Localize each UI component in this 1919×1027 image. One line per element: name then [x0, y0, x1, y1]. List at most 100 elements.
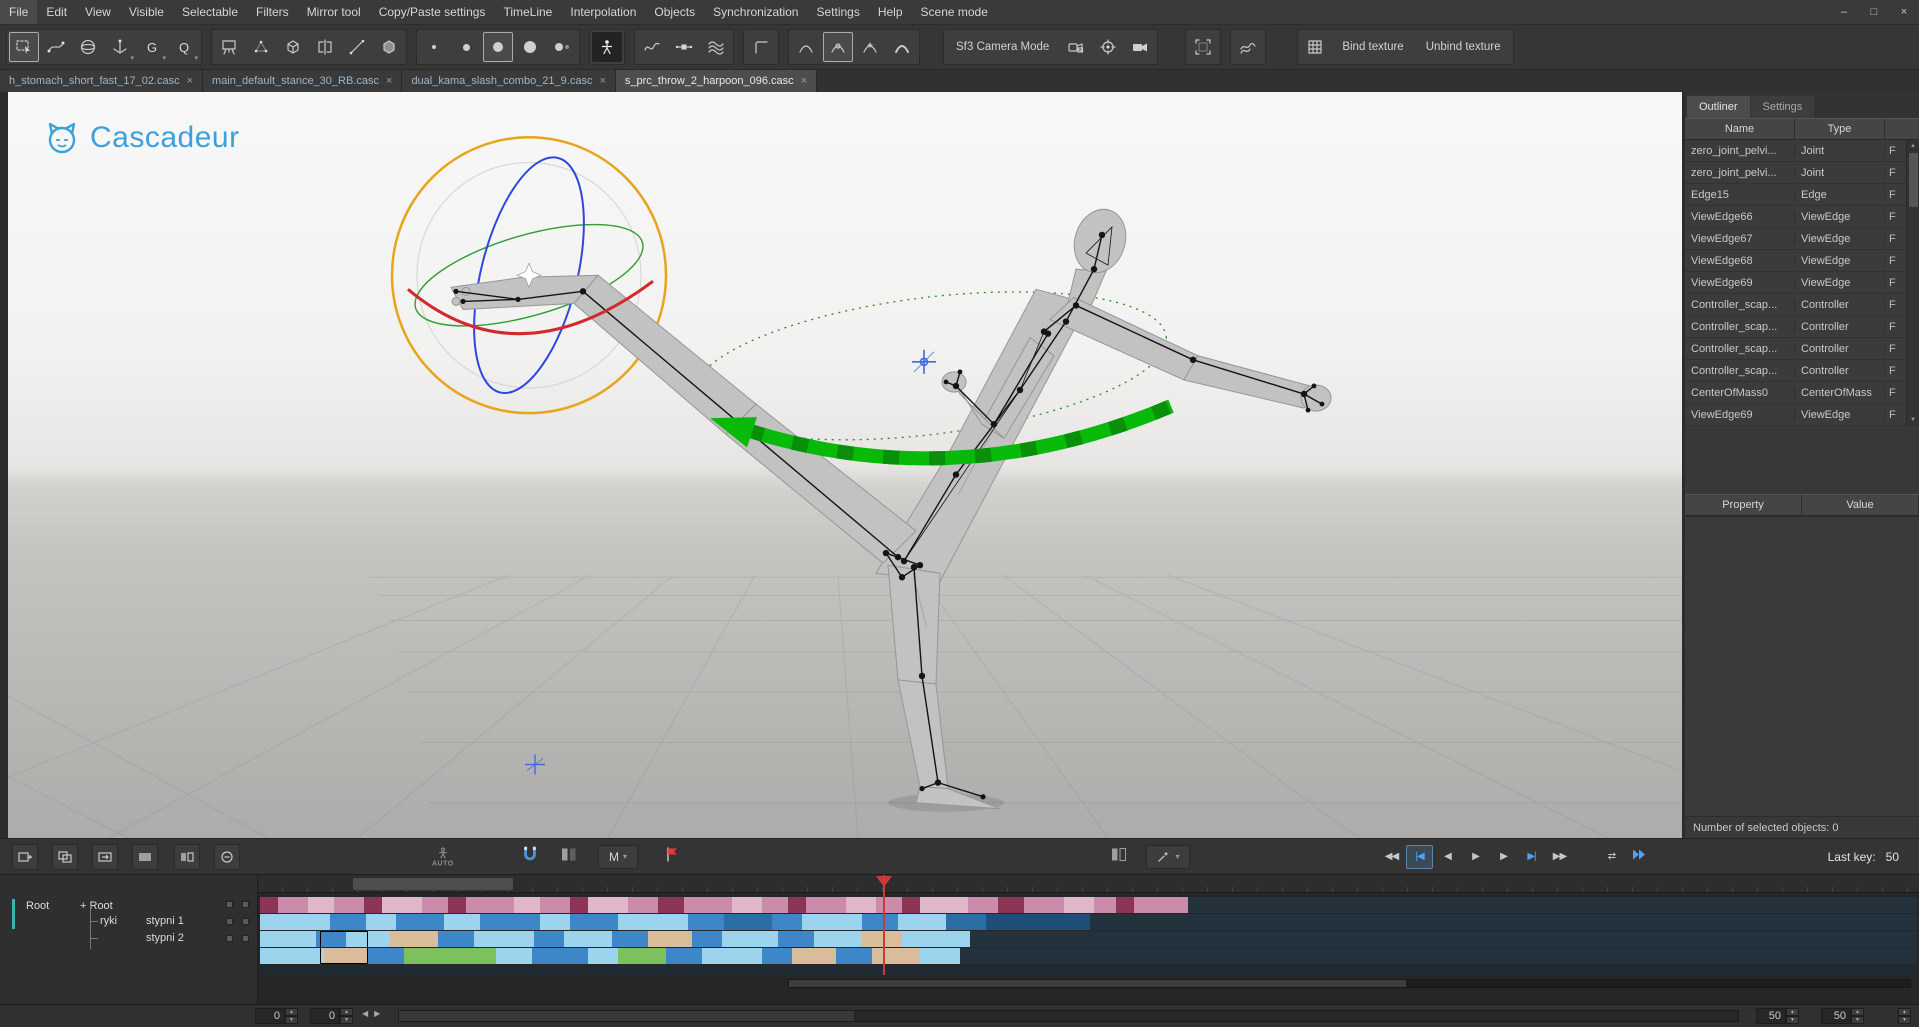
- column-name[interactable]: Name: [1685, 119, 1795, 139]
- keyframe-segment[interactable]: [762, 948, 792, 964]
- track-checkbox[interactable]: [242, 918, 249, 925]
- keyframe-segment[interactable]: [920, 897, 968, 913]
- keyframe-segment[interactable]: [902, 897, 920, 913]
- timeline-lane[interactable]: [260, 931, 1917, 947]
- interval-new-button[interactable]: [12, 844, 38, 870]
- keyframe-segment[interactable]: [540, 897, 570, 913]
- keyframe-segment[interactable]: [570, 897, 588, 913]
- column-value[interactable]: Value: [1802, 495, 1919, 515]
- jump-start-button[interactable]: |◀: [1406, 845, 1433, 869]
- next-frame-button[interactable]: ▶: [1490, 845, 1517, 869]
- keyframe-segment[interactable]: [986, 914, 1090, 930]
- point-size-4-button[interactable]: [515, 32, 545, 62]
- keyframe-segment[interactable]: [802, 914, 862, 930]
- keyframe-segment[interactable]: [968, 897, 998, 913]
- magic-tool-dropdown[interactable]: ▾: [1146, 845, 1190, 869]
- outliner-scrollbar[interactable]: ▲ ▼: [1906, 140, 1919, 426]
- menu-item[interactable]: File: [0, 0, 37, 24]
- ViewEdge69[interactable]: ViewEdge69 ViewEdge F: [1685, 272, 1906, 294]
- keyframe-segment[interactable]: [1024, 897, 1064, 913]
- frame-total-spinner[interactable]: 50 ▲▼: [1821, 1008, 1864, 1024]
- loop-toggle-button[interactable]: ⇄: [1598, 845, 1625, 869]
- ViewEdge69[interactable]: ViewEdge69 ViewEdge F: [1685, 404, 1906, 426]
- interp-arc-4-button[interactable]: [887, 32, 917, 62]
- timeline-lane[interactable]: [260, 948, 1917, 964]
- keyframe-segment[interactable]: [308, 897, 334, 913]
- spin-up-icon[interactable]: ▲: [1898, 1008, 1911, 1016]
- spinner-value[interactable]: 0: [255, 1008, 285, 1024]
- texture-grid-button[interactable]: [1300, 32, 1330, 62]
- unbind-texture-button[interactable]: Unbind texture: [1416, 32, 1511, 62]
- keyframe-segment[interactable]: [666, 948, 702, 964]
- keyframe-segment[interactable]: [480, 914, 540, 930]
- keyframe-segment[interactable]: [1134, 897, 1188, 913]
- dynamics-wave-button[interactable]: [1233, 32, 1263, 62]
- timeline-lane[interactable]: [260, 914, 1917, 930]
- keyframe-segment[interactable]: [390, 931, 438, 947]
- keyframe-segment[interactable]: [946, 914, 986, 930]
- keyframe-segment[interactable]: [532, 948, 588, 964]
- keyframe-segment[interactable]: [648, 931, 692, 947]
- keyframe-segment[interactable]: [788, 897, 806, 913]
- point-size-2-button[interactable]: [451, 32, 481, 62]
- keyframe-segment[interactable]: [876, 897, 902, 913]
- scrollbar-thumb[interactable]: [399, 1011, 854, 1021]
- zero_joint_pelvi...[interactable]: zero_joint_pelvi... Joint F: [1685, 162, 1906, 184]
- track-checkbox[interactable]: [226, 901, 233, 908]
- marquee-select-button[interactable]: [9, 32, 39, 62]
- keyframe-segment[interactable]: [862, 931, 902, 947]
- keyframe-segment[interactable]: [724, 914, 772, 930]
- spinner-arrows[interactable]: ▲▼: [340, 1008, 353, 1024]
- interp-arc-3-button[interactable]: [855, 32, 885, 62]
- maximize-icon[interactable]: □: [1859, 0, 1889, 24]
- view-range-indicator[interactable]: [353, 878, 513, 890]
- scrollbar-thumb[interactable]: [789, 980, 1406, 987]
- keyframe-segment[interactable]: [396, 914, 444, 930]
- ik-axis-button[interactable]: ▾: [105, 32, 135, 62]
- spin-up-icon[interactable]: ▲: [340, 1008, 353, 1016]
- camera-mode-button[interactable]: Sf3 Camera Mode: [946, 32, 1059, 62]
- timeline-range-scrollbar[interactable]: [398, 1010, 1739, 1022]
- track-checkbox[interactable]: [226, 918, 233, 925]
- jump-end-button[interactable]: ▶|: [1518, 845, 1545, 869]
- spin-down-icon[interactable]: ▼: [1898, 1016, 1911, 1024]
- mirror-line-button[interactable]: [342, 32, 372, 62]
- track-checkbox[interactable]: [242, 935, 249, 942]
- fast-forward-button[interactable]: ▶▶: [1546, 845, 1573, 869]
- step-forward-icon[interactable]: ▶: [374, 1009, 380, 1018]
- spin-down-icon[interactable]: ▼: [1851, 1016, 1864, 1024]
- scroll-up-icon[interactable]: ▲: [1910, 140, 1916, 152]
- interp-arc-1-button[interactable]: [791, 32, 821, 62]
- keyframe-segment[interactable]: [792, 948, 836, 964]
- spin-down-icon[interactable]: ▼: [1786, 1016, 1799, 1024]
- camera-target-button[interactable]: [1093, 32, 1123, 62]
- Controller_scap...[interactable]: Controller_scap... Controller F: [1685, 294, 1906, 316]
- CenterOfMass0[interactable]: CenterOfMass0 CenterOfMass F: [1685, 382, 1906, 404]
- scrollbar-thumb[interactable]: [1909, 153, 1918, 207]
- keyframe-segment[interactable]: [902, 931, 970, 947]
- spinner-value[interactable]: 0: [310, 1008, 340, 1024]
- playhead-marker[interactable]: [876, 876, 892, 895]
- keyframe-segment[interactable]: [534, 931, 564, 947]
- keyframe-segment[interactable]: [588, 897, 628, 913]
- file-tab[interactable]: s_prc_throw_2_harpoon_096.casc ×: [616, 70, 817, 92]
- Edge15[interactable]: Edge15 Edge F: [1685, 184, 1906, 206]
- prev-frame-button[interactable]: ◀: [1434, 845, 1461, 869]
- menu-item[interactable]: Mirror tool: [298, 0, 370, 24]
- keyframe-segment[interactable]: [514, 897, 540, 913]
- keyframe-segment[interactable]: [564, 931, 612, 947]
- mirror-flip-button[interactable]: [310, 32, 340, 62]
- keyframe-segment[interactable]: [772, 914, 802, 930]
- menu-item[interactable]: Settings: [807, 0, 868, 24]
- keyframe-segment[interactable]: [260, 948, 324, 964]
- column-property[interactable]: Property: [1685, 495, 1802, 515]
- mirror-points-button[interactable]: [246, 32, 276, 62]
- frame-end-spinner[interactable]: 50 ▲▼: [1756, 1008, 1799, 1024]
- ground-point-marker[interactable]: [525, 754, 545, 774]
- empty-lane[interactable]: [260, 965, 1917, 975]
- corner-tool-button[interactable]: [746, 32, 776, 62]
- frame-current-spinner[interactable]: 0 ▲▼: [310, 1008, 353, 1024]
- track-root-label[interactable]: Root: [26, 900, 49, 912]
- menu-item[interactable]: View: [76, 0, 120, 24]
- frame-start-spinner[interactable]: 0 ▲▼: [255, 1008, 298, 1024]
